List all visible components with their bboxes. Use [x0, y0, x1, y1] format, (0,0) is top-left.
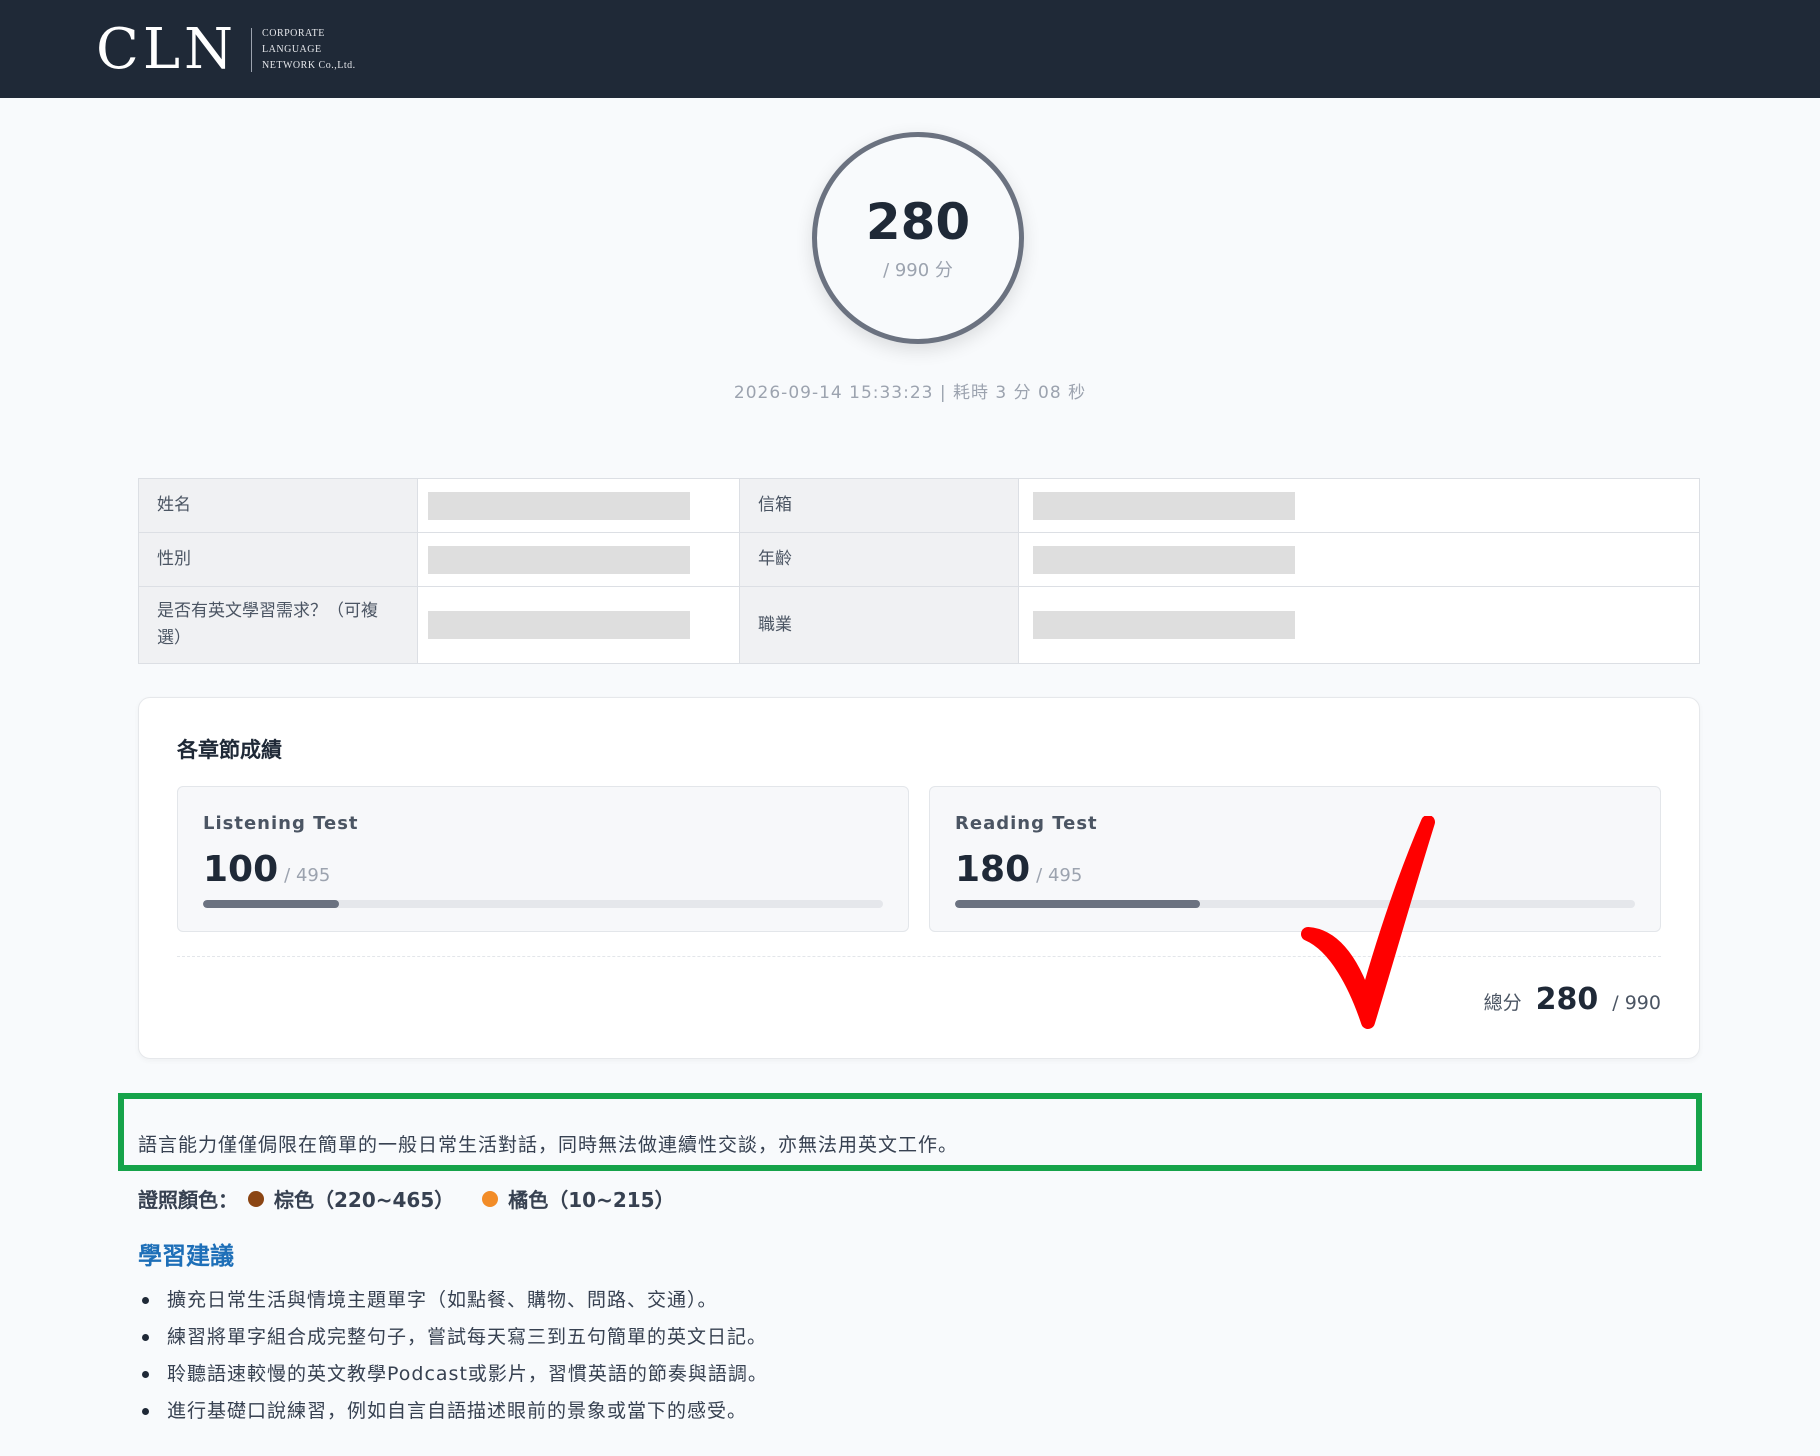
reading-progress-bar: [955, 900, 1635, 908]
tip-text: 擴充日常生活與情境主題單字（如點餐、購物、問路、交通）。: [167, 1289, 718, 1311]
reading-section-card: Reading Test 180/ 495: [929, 786, 1661, 932]
reading-score-max: / 495: [1036, 865, 1083, 886]
listening-score-value: 100: [203, 849, 279, 890]
learning-tips-title: 學習建議: [138, 1242, 234, 1270]
tip-text: 聆聽語速較慢的英文教學Podcast或影片，習慣英語的節奏與語調。: [167, 1363, 768, 1385]
gender-value: [417, 532, 740, 587]
reading-section-name: Reading Test: [955, 813, 1098, 834]
logo-line-3: NETWORK Co.,Ltd.: [262, 60, 356, 71]
listening-progress-fill: [203, 900, 339, 908]
age-value: [1018, 532, 1700, 587]
orange-dot-icon: [482, 1190, 499, 1207]
profile-table: 姓名 信箱 性別 年齡 是否有英文學習需求？（可複選） 職業: [138, 478, 1700, 664]
top-navigation-bar: CLN CORPORATE LANGUAGE NETWORK Co.,Ltd.: [0, 0, 1820, 98]
overall-total: 總分 280 / 990: [1484, 982, 1661, 1017]
overall-total-label: 總分: [1483, 992, 1522, 1014]
reading-score-value: 180: [955, 849, 1031, 890]
list-item: 擴充日常生活與情境主題單字（如點餐、購物、問路、交通）。: [138, 1282, 768, 1319]
test-meta-timestamp: 2026-09-14 15:33:23 | 耗時 3 分 08 秒: [733, 383, 1087, 403]
profile-row: 是否有英文學習需求？（可複選） 職業: [138, 586, 1700, 664]
profile-row: 性別 年齡: [138, 532, 1700, 587]
overall-total-max: / 990: [1612, 992, 1661, 1014]
list-item: 練習將單字組合成完整句子，嘗試每天寫三到五句簡單的英文日記。: [138, 1319, 768, 1356]
occupation-label: 職業: [739, 586, 1019, 664]
certificate-color-brown: 棕色（220~465）: [274, 1188, 455, 1212]
logo-mark: CLN: [96, 17, 238, 82]
bullet-icon: [142, 1297, 149, 1304]
name-value: [417, 478, 740, 533]
list-item: 聆聽語速較慢的英文教學Podcast或影片，習慣英語的節奏與語調。: [138, 1356, 768, 1393]
red-checkmark-annotation: [1301, 816, 1435, 1029]
email-value: [1018, 478, 1700, 533]
total-score-max: / 990 分: [883, 260, 953, 281]
list-item: 進行基礎口說練習，例如自言自語描述眼前的景象或當下的感受。: [138, 1393, 768, 1430]
listening-section-name: Listening Test: [203, 813, 359, 834]
section-scores-card: 各章節成績 Listening Test 100/ 495 Reading Te…: [138, 697, 1700, 1059]
email-label: 信箱: [739, 478, 1019, 533]
tip-text: 進行基礎口說練習，例如自言自語描述眼前的景象或當下的感受。: [167, 1400, 748, 1422]
bullet-icon: [142, 1334, 149, 1341]
reading-score: 180/ 495: [955, 849, 1082, 890]
listening-section-card: Listening Test 100/ 495: [177, 786, 909, 932]
redacted-block: [1033, 611, 1295, 639]
redacted-block: [428, 491, 690, 520]
name-label: 姓名: [138, 478, 418, 533]
section-scores-title: 各章節成績: [177, 738, 282, 762]
listening-score: 100/ 495: [203, 849, 330, 890]
learning-need-label: 是否有英文學習需求？（可複選）: [138, 586, 418, 664]
tip-text: 練習將單字組合成完整句子，嘗試每天寫三到五句簡單的英文日記。: [167, 1326, 768, 1348]
redacted-block: [428, 545, 690, 574]
redacted-block: [1033, 545, 1295, 574]
logo-line-1: CORPORATE: [262, 28, 325, 39]
learning-tips-list: 擴充日常生活與情境主題單字（如點餐、購物、問路、交通）。 練習將單字組合成完整句…: [138, 1282, 768, 1430]
redacted-block: [1033, 491, 1295, 520]
overall-total-value: 280: [1535, 982, 1599, 1017]
profile-row: 姓名 信箱: [138, 478, 1700, 533]
age-label: 年齡: [739, 532, 1019, 587]
logo-line-2: LANGUAGE: [262, 44, 322, 55]
logo-wordmark: CORPORATE LANGUAGE NETWORK Co.,Ltd.: [262, 26, 356, 74]
bullet-icon: [142, 1408, 149, 1415]
total-score-ring: 280 / 990 分: [812, 132, 1024, 344]
ability-description: 語言能力僅僅侷限在簡單的一般日常生活對話，同時無法做連續性交談，亦無法用英文工作…: [138, 1134, 959, 1156]
total-score-value: 280: [865, 193, 971, 251]
bullet-icon: [142, 1371, 149, 1378]
logo-separator: [251, 28, 253, 72]
checkmark-stroke: [1301, 816, 1435, 1029]
learning-need-value: [417, 586, 740, 664]
certificate-color-orange: 橘色（10~215）: [508, 1188, 675, 1212]
reading-progress-fill: [955, 900, 1200, 908]
company-logo[interactable]: CLN CORPORATE LANGUAGE NETWORK Co.,Ltd.: [96, 22, 356, 78]
listening-progress-bar: [203, 900, 883, 908]
gender-label: 性別: [138, 532, 418, 587]
listening-score-max: / 495: [284, 865, 331, 886]
certificate-colors-label: 證照顏色：: [138, 1188, 238, 1212]
brown-dot-icon: [248, 1190, 264, 1207]
occupation-value: [1018, 586, 1700, 664]
redacted-block: [428, 611, 690, 639]
certificate-colors: 證照顏色： 棕色（220~465） 橘色（10~215）: [138, 1184, 675, 1213]
